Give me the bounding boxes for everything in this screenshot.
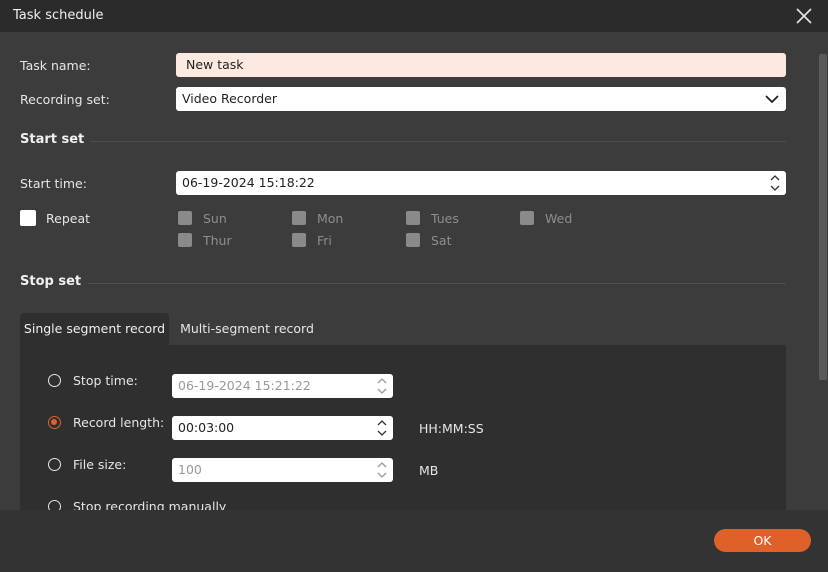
spinner-arrows-icon[interactable] [770, 173, 780, 193]
divider [90, 141, 786, 142]
stop-set-heading: Stop set [20, 274, 82, 289]
day-checkbox-wed[interactable] [520, 211, 534, 225]
repeat-label: Repeat [46, 211, 91, 226]
recording-set-label: Recording set: [20, 92, 110, 107]
spinner-arrows-icon[interactable] [377, 460, 387, 480]
day-checkbox-sun[interactable] [178, 211, 192, 225]
scrollbar-thumb[interactable] [819, 54, 827, 380]
tab-multi-segment[interactable]: Multi-segment record [172, 313, 322, 345]
dialog-footer: OK [0, 510, 828, 572]
close-icon[interactable] [794, 6, 814, 26]
record-length-input[interactable]: 00:03:00 [172, 416, 393, 440]
stop-time-input[interactable]: 06-19-2024 15:21:22 [172, 374, 393, 398]
start-time-value: 06-19-2024 15:18:22 [182, 175, 315, 190]
day-label-thur: Thur [203, 233, 232, 248]
file-size-radio[interactable] [48, 458, 61, 471]
dialog-content: Task name: New task Recording set: Video… [0, 32, 818, 510]
ok-button[interactable]: OK [714, 529, 811, 552]
day-label-mon: Mon [317, 211, 344, 226]
recording-set-select[interactable]: Video Recorder [176, 87, 786, 111]
day-label-fri: Fri [317, 233, 332, 248]
file-size-value: 100 [178, 462, 202, 477]
record-length-label: Record length: [73, 415, 165, 430]
task-name-input[interactable]: New task [176, 53, 786, 77]
tab-single-segment[interactable]: Single segment record [20, 313, 169, 345]
scrollbar[interactable] [818, 32, 828, 510]
file-size-input[interactable]: 100 [172, 458, 393, 482]
file-size-label: File size: [73, 457, 127, 472]
stop-time-radio[interactable] [48, 374, 61, 387]
stop-manually-radio[interactable] [48, 500, 61, 510]
title-bar: Task schedule [0, 0, 828, 32]
record-length-radio[interactable] [48, 416, 61, 429]
recording-set-value: Video Recorder [182, 91, 278, 106]
stop-time-value: 06-19-2024 15:21:22 [178, 378, 311, 393]
repeat-checkbox[interactable] [20, 210, 36, 226]
day-label-tues: Tues [431, 211, 459, 226]
stop-options-panel: Stop time: 06-19-2024 15:21:22 Record le… [20, 345, 786, 510]
day-checkbox-tues[interactable] [406, 211, 420, 225]
divider [88, 283, 786, 284]
task-name-label: Task name: [20, 58, 91, 73]
record-length-value: 00:03:00 [178, 420, 235, 435]
day-checkbox-fri[interactable] [292, 233, 306, 247]
day-checkbox-mon[interactable] [292, 211, 306, 225]
spinner-arrows-icon[interactable] [377, 418, 387, 438]
start-time-label: Start time: [20, 176, 87, 191]
chevron-down-icon [765, 95, 779, 104]
day-label-sun: Sun [203, 211, 227, 226]
stop-time-label: Stop time: [73, 373, 138, 388]
day-checkbox-sat[interactable] [406, 233, 420, 247]
record-length-unit: HH:MM:SS [419, 421, 484, 436]
day-label-wed: Wed [545, 211, 573, 226]
day-checkbox-thur[interactable] [178, 233, 192, 247]
file-size-unit: MB [419, 463, 439, 478]
spinner-arrows-icon[interactable] [377, 376, 387, 396]
start-time-input[interactable]: 06-19-2024 15:18:22 [176, 171, 786, 195]
start-set-heading: Start set [20, 132, 85, 147]
day-label-sat: Sat [431, 233, 452, 248]
stop-manually-label: Stop recording manually [73, 499, 227, 510]
window-title: Task schedule [13, 8, 104, 23]
